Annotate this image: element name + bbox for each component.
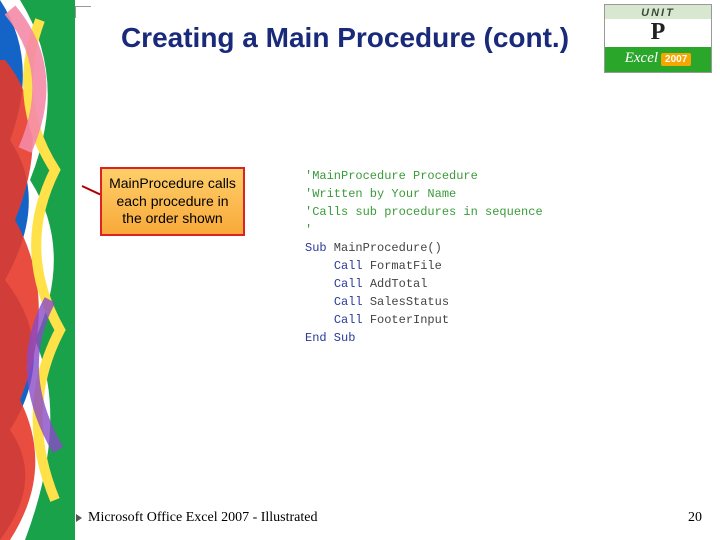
code-text: AddTotal	[363, 277, 428, 291]
decorative-sidebar-art	[0, 0, 75, 540]
brand-year: 2007	[661, 53, 691, 66]
code-comment: 'Calls sub procedures in sequence	[305, 205, 543, 219]
code-keyword: Call	[334, 259, 363, 273]
code-comment: 'Written by Your Name	[305, 187, 456, 201]
callout-pointer-line	[82, 185, 101, 195]
vba-code-block: 'MainProcedure Procedure 'Written by You…	[305, 167, 543, 347]
code-text: FormatFile	[363, 259, 442, 273]
unit-brand: Excel2007	[605, 47, 711, 72]
unit-letter: P	[605, 19, 711, 47]
code-comment: 'MainProcedure Procedure	[305, 169, 478, 183]
code-text: MainProcedure()	[327, 241, 442, 255]
code-keyword: Call	[334, 295, 363, 309]
unit-badge: UNIT P Excel2007	[604, 4, 712, 73]
code-comment: '	[305, 223, 312, 237]
page-number: 20	[688, 510, 702, 526]
code-text: SalesStatus	[363, 295, 449, 309]
page-title: Creating a Main Procedure (cont.)	[100, 20, 590, 55]
code-text: FooterInput	[363, 313, 449, 327]
code-keyword: Call	[334, 277, 363, 291]
decorative-corner	[75, 6, 91, 18]
unit-label: UNIT	[605, 5, 711, 19]
footer-text: Microsoft Office Excel 2007 - Illustrate…	[88, 510, 318, 526]
annotation-callout: MainProcedure calls each procedure in th…	[100, 167, 245, 236]
code-keyword: End Sub	[305, 331, 355, 345]
code-keyword: Sub	[305, 241, 327, 255]
brand-name: Excel	[625, 50, 658, 66]
code-keyword: Call	[334, 313, 363, 327]
footer-bullet-icon	[76, 514, 82, 522]
